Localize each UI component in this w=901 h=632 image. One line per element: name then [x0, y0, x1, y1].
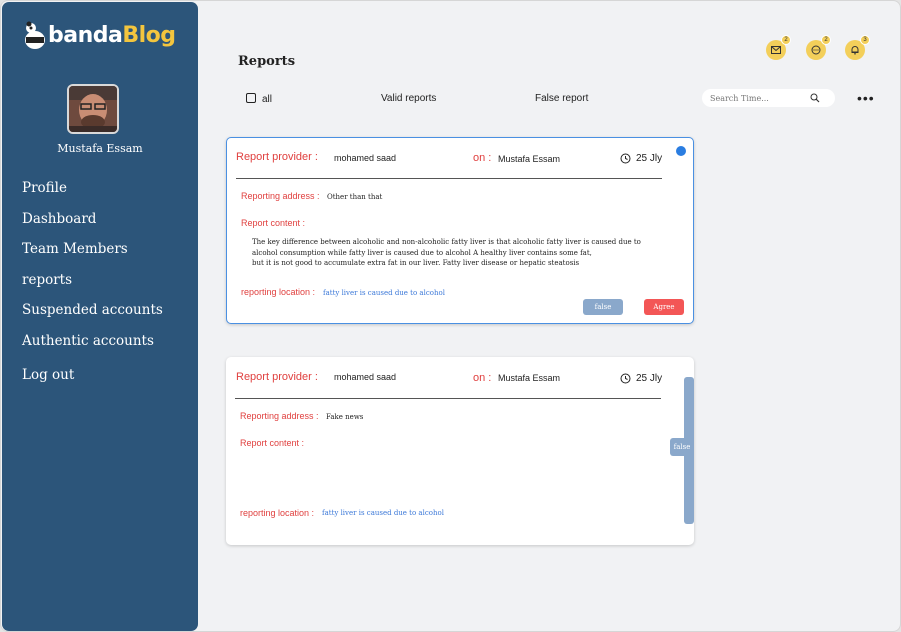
report-date: 25 Jly: [620, 153, 662, 164]
app-logo[interactable]: bandaBlog: [24, 20, 176, 50]
report-provider-label: Report provider :: [236, 371, 318, 383]
chat-badge: 2: [821, 35, 831, 45]
sidebar-item-suspended-accounts[interactable]: Suspended accounts: [22, 300, 163, 331]
bell-button[interactable]: 3: [845, 35, 870, 60]
sidebar-item-log-out[interactable]: Log out: [22, 365, 163, 396]
content-line: but it is not good to accumulate extra f…: [252, 259, 580, 267]
on-label: on :: [473, 372, 492, 384]
filter-false-report[interactable]: False report: [535, 93, 588, 104]
sidebar: bandaBlog Mustafa Essam Profile Dashboar…: [2, 2, 198, 631]
filter-all[interactable]: all: [246, 93, 272, 105]
clock-icon: [620, 373, 631, 384]
report-date: 25 Jly: [620, 373, 662, 384]
report-card: Report provider : mohamed saad on : Must…: [226, 137, 694, 324]
report-content-label: Report content :: [240, 438, 305, 448]
reporting-address-label: Reporting address :: [241, 191, 320, 201]
page-title: Reports: [238, 54, 296, 69]
card-divider: [235, 398, 661, 399]
search-icon[interactable]: [810, 93, 820, 103]
card-divider: [236, 178, 662, 179]
logo-text-part1: banda: [48, 22, 123, 48]
reporting-location-label: reporting location :: [241, 287, 316, 297]
user-name: Mustafa Essam: [57, 142, 143, 155]
reporting-location-label: reporting location :: [240, 508, 315, 518]
avatar-image: [69, 86, 117, 132]
bell-icon: [851, 46, 859, 55]
report-content-text: The key difference between alcoholic and…: [252, 237, 652, 269]
bell-badge: 3: [860, 35, 870, 45]
mail-button[interactable]: 2: [766, 35, 791, 60]
on-value: Mustafa Essam: [498, 154, 561, 164]
sidebar-item-authentic-accounts[interactable]: Authentic accounts: [22, 331, 163, 362]
report-date-value: 25 Jly: [636, 153, 663, 164]
filter-all-label: all: [262, 94, 273, 105]
reporting-location-link[interactable]: fatty liver is caused due to alcohol: [323, 289, 445, 297]
agree-button[interactable]: Agree: [644, 299, 684, 315]
mail-badge: 2: [781, 35, 791, 45]
app-window: bandaBlog Mustafa Essam Profile Dashboar…: [0, 0, 901, 632]
on-value: Mustafa Essam: [498, 373, 561, 383]
false-button[interactable]: false: [670, 438, 694, 456]
more-options-icon[interactable]: •••: [857, 91, 875, 105]
sidebar-item-team-members[interactable]: Team Members: [22, 239, 163, 270]
sidebar-item-profile[interactable]: Profile: [22, 178, 163, 209]
reporting-address-value: Other than that: [327, 193, 383, 201]
report-provider-value: mohamed saad: [334, 372, 397, 382]
content-line: alcohol consumption while fatty liver is…: [252, 248, 592, 257]
sidebar-item-dashboard[interactable]: Dashboard: [22, 209, 163, 240]
chat-button[interactable]: 2: [806, 35, 831, 60]
report-card: Report provider : mohamed saad on : Must…: [226, 357, 694, 545]
panda-icon: [25, 21, 45, 49]
filter-valid-reports[interactable]: Valid reports: [381, 93, 436, 104]
chat-icon: [811, 45, 821, 55]
report-provider-label: Report provider :: [236, 151, 318, 163]
clock-icon: [620, 153, 631, 164]
reporting-address-value: Fake news: [326, 413, 364, 421]
mail-icon: [771, 46, 781, 54]
report-date-value: 25 Jly: [636, 373, 663, 384]
on-label: on :: [473, 152, 492, 164]
report-content-label: Report content :: [241, 218, 306, 228]
logo-text: bandaBlog: [48, 23, 176, 48]
false-button[interactable]: false: [583, 299, 623, 315]
sidebar-item-reports[interactable]: reports: [22, 270, 163, 301]
content-line: The key difference between alcoholic and…: [252, 238, 641, 246]
reporting-location-link[interactable]: fatty liver is caused due to alcohol: [322, 509, 444, 517]
reporting-address-label: Reporting address :: [240, 411, 319, 421]
unread-indicator: [676, 146, 686, 156]
all-checkbox[interactable]: [246, 93, 256, 103]
sidebar-nav: Profile Dashboard Team Members reports S…: [22, 178, 163, 396]
avatar[interactable]: [67, 84, 119, 134]
report-provider-value: mohamed saad: [334, 153, 397, 163]
logo-text-part2: Blog: [122, 22, 176, 48]
